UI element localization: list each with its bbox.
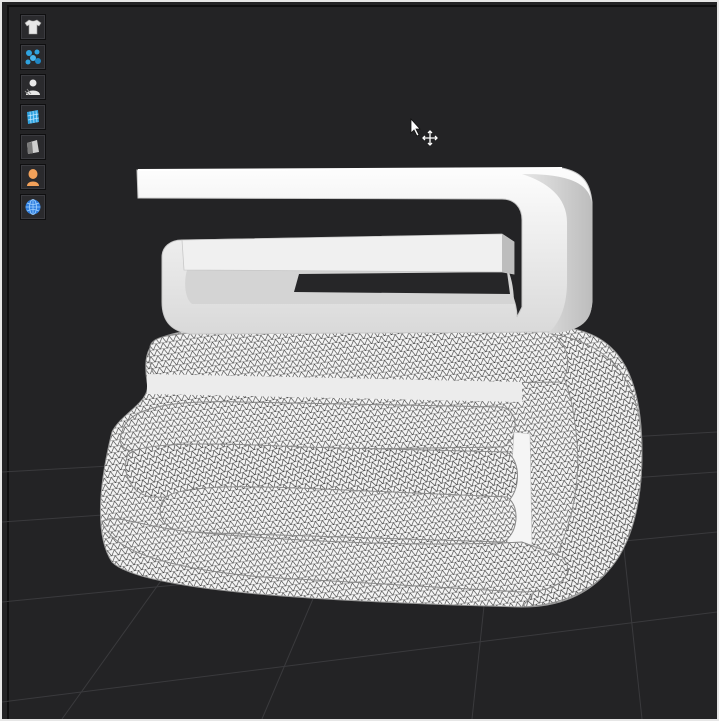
fabric-swatch-icon (27, 140, 39, 154)
avatar-button[interactable] (20, 74, 46, 100)
avatar-icon (24, 79, 40, 96)
globe-icon (25, 199, 41, 215)
tshirt-button[interactable] (20, 14, 46, 40)
skin-avatar-icon (27, 169, 39, 186)
pattern-grid-icon (27, 110, 39, 124)
folded-fabric-mesh[interactable] (99, 326, 643, 608)
pattern-grid-button[interactable] (20, 104, 46, 130)
3d-viewport[interactable] (2, 2, 717, 719)
globe-button[interactable] (20, 194, 46, 220)
bent-shelf-model[interactable] (136, 167, 593, 335)
skin-avatar-button[interactable] (20, 164, 46, 190)
arrow-cursor-icon (410, 117, 421, 137)
viewport-frame (0, 0, 719, 721)
particles-icon (25, 49, 41, 65)
tshirt-icon (24, 19, 42, 35)
side-toolbar (20, 14, 46, 224)
fabric-swatch-button[interactable] (20, 134, 46, 160)
particles-button[interactable] (20, 44, 46, 70)
move-cursor-icon (422, 130, 438, 146)
